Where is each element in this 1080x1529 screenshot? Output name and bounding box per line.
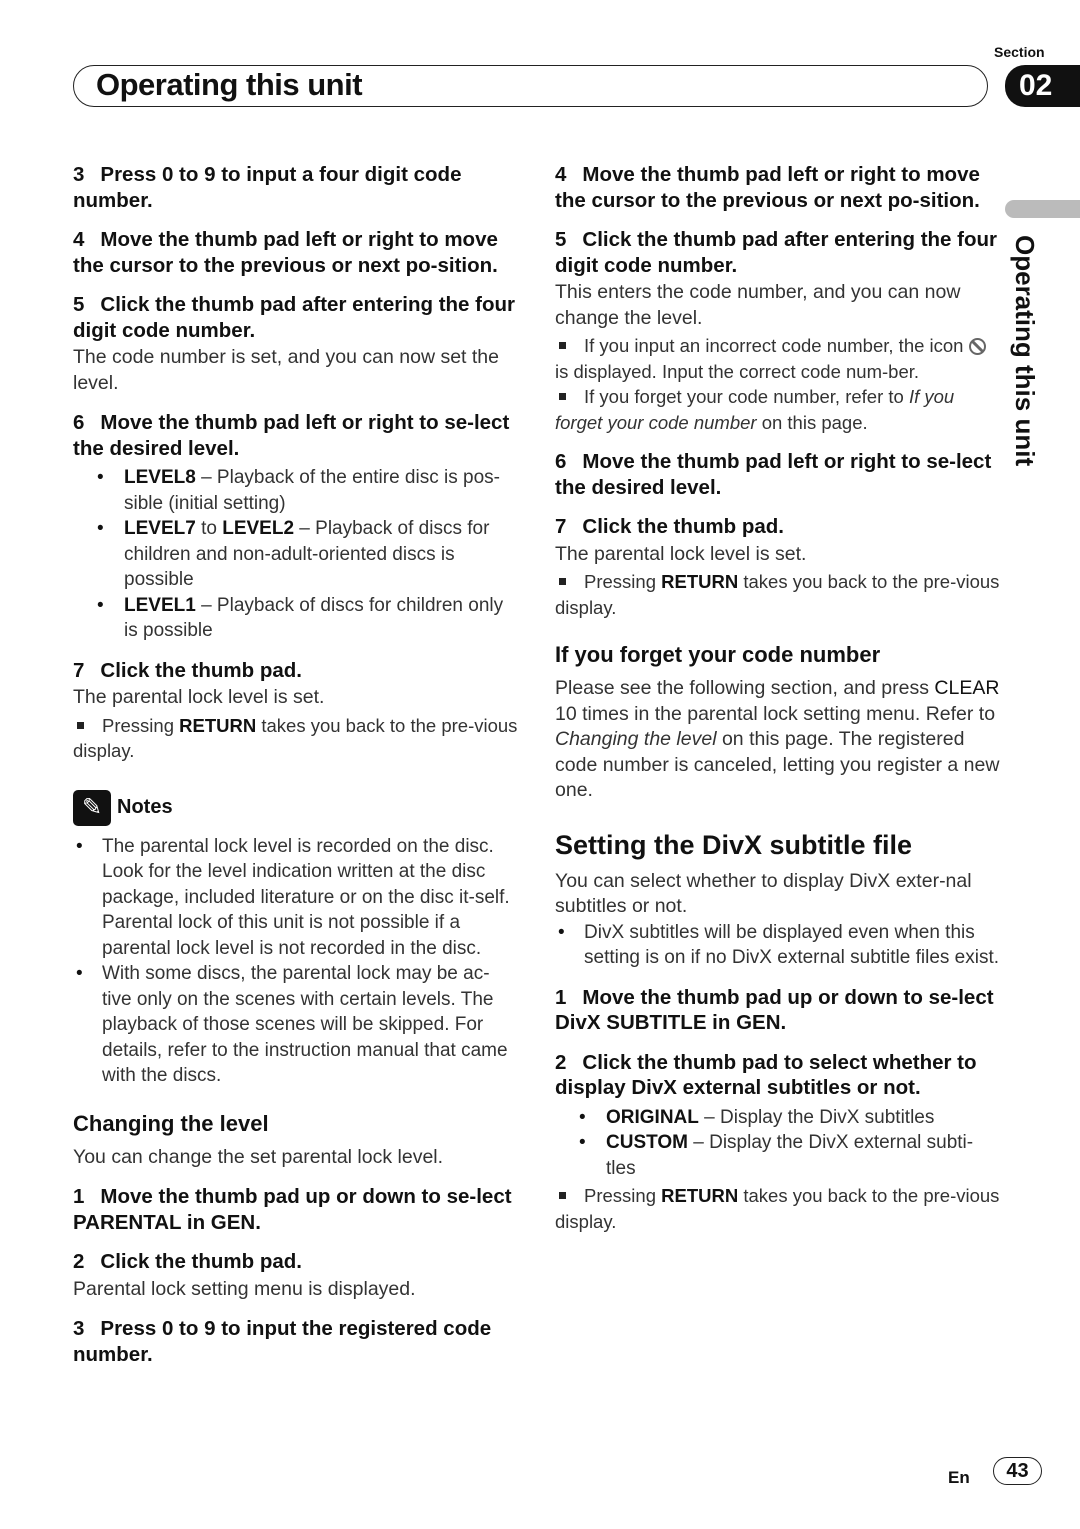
step: 4 Move the thumb pad left or right to mov… xyxy=(73,228,498,277)
pencil-icon: ✎ xyxy=(73,789,111,826)
paragraph: You can change the set parental lock lev… xyxy=(73,1145,444,1168)
language-label: En xyxy=(948,1468,970,1487)
paragraph: The parental lock level is set. xyxy=(73,686,325,708)
level-list: LEVEL8 – Playback of the entire disc is … xyxy=(73,465,518,644)
square-bullet-icon xyxy=(77,721,84,729)
paragraph: You can select whether to display DivX e… xyxy=(555,869,972,918)
step: 7 Click the thumb pad. xyxy=(555,515,785,538)
side-tab-marker xyxy=(1005,200,1080,218)
list-item: DivX subtitles will be displayed even wh… xyxy=(558,920,1000,971)
step: 3 Press 0 to 9 to input a four digit code… xyxy=(73,163,462,212)
header-bar: Operating this unit xyxy=(73,65,988,107)
option-list: ORIGINAL – Display the DivX subtitles CU… xyxy=(555,1105,1000,1182)
list-item: With some discs, the parental lock may b… xyxy=(76,961,518,1089)
square-bullet-icon xyxy=(559,393,566,400)
right-column: 4 Move the thumb pad left or right to mov… xyxy=(555,162,1000,1248)
step: 5 Click the thumb pad after entering the … xyxy=(73,293,515,342)
step: 2 Click the thumb pad to select whether t… xyxy=(555,1050,977,1100)
paragraph: The parental lock level is set. xyxy=(555,542,807,565)
page-title: Operating this unit xyxy=(96,67,363,102)
note: Pressing RETURN takes you back to the pr… xyxy=(555,571,1000,618)
paragraph: The code number is set, and you can now … xyxy=(73,346,500,394)
step: 5 Click the thumb pad after entering the … xyxy=(555,228,997,277)
note: Pressing RETURN takes you back to the pr… xyxy=(73,714,518,762)
step: 7 Click the thumb pad. xyxy=(73,658,303,682)
section-heading: If you forget your code number xyxy=(555,642,881,667)
note: Pressing RETURN takes you back to the pr… xyxy=(555,1185,1000,1232)
prohibited-icon xyxy=(968,338,986,355)
square-bullet-icon xyxy=(559,1192,566,1199)
step: 6 Move the thumb pad left or right to se-… xyxy=(555,450,992,499)
list-item: LEVEL8 – Playback of the entire disc is … xyxy=(97,465,518,516)
list-item: CUSTOM – Display the DivX external subti… xyxy=(579,1130,1000,1181)
list-item: LEVEL7 to LEVEL2 – Playback of discs for… xyxy=(97,516,518,593)
step: 2 Click the thumb pad. xyxy=(73,1250,303,1273)
paragraph: Parental lock setting menu is displayed. xyxy=(73,1277,416,1300)
step: 3 Press 0 to 9 to input the registered co… xyxy=(73,1317,492,1366)
paragraph: This enters the code number, and you can… xyxy=(555,281,961,329)
notes-header: ✎ Notes xyxy=(73,789,518,826)
paragraph: Please see the following section, and pr… xyxy=(555,677,1000,801)
step: 4 Move the thumb pad left or right to mov… xyxy=(555,163,980,212)
left-column: 3 Press 0 to 9 to input a four digit code… xyxy=(73,162,518,1381)
list-item: LEVEL1 – Playback of discs for children … xyxy=(97,593,518,644)
note: If you forget your code number, refer to… xyxy=(555,386,955,433)
divx-bullet-list: DivX subtitles will be displayed even wh… xyxy=(555,920,1000,971)
step: 1 Move the thumb pad up or down to se-lec… xyxy=(555,985,994,1035)
step: 1 Move the thumb pad up or down to se-lec… xyxy=(73,1185,512,1234)
square-bullet-icon xyxy=(559,342,566,349)
note: If you input an incorrect code number, t… xyxy=(555,333,1000,384)
section-heading: Changing the level xyxy=(73,1110,269,1136)
list-item: ORIGINAL – Display the DivX subtitles xyxy=(579,1105,1000,1131)
section-label: Section xyxy=(994,44,1045,60)
page-number: 43 xyxy=(993,1457,1042,1485)
list-item: The parental lock level is recorded on t… xyxy=(76,834,518,962)
section-heading: Setting the DivX subtitle file xyxy=(555,829,913,860)
notes-list: The parental lock level is recorded on t… xyxy=(73,834,518,1089)
square-bullet-icon xyxy=(559,578,566,585)
side-tab-text: Operating this unit xyxy=(1010,235,1040,467)
step: 6 Move the thumb pad left or right to se-… xyxy=(73,411,510,460)
section-number: 02 xyxy=(1005,65,1080,107)
